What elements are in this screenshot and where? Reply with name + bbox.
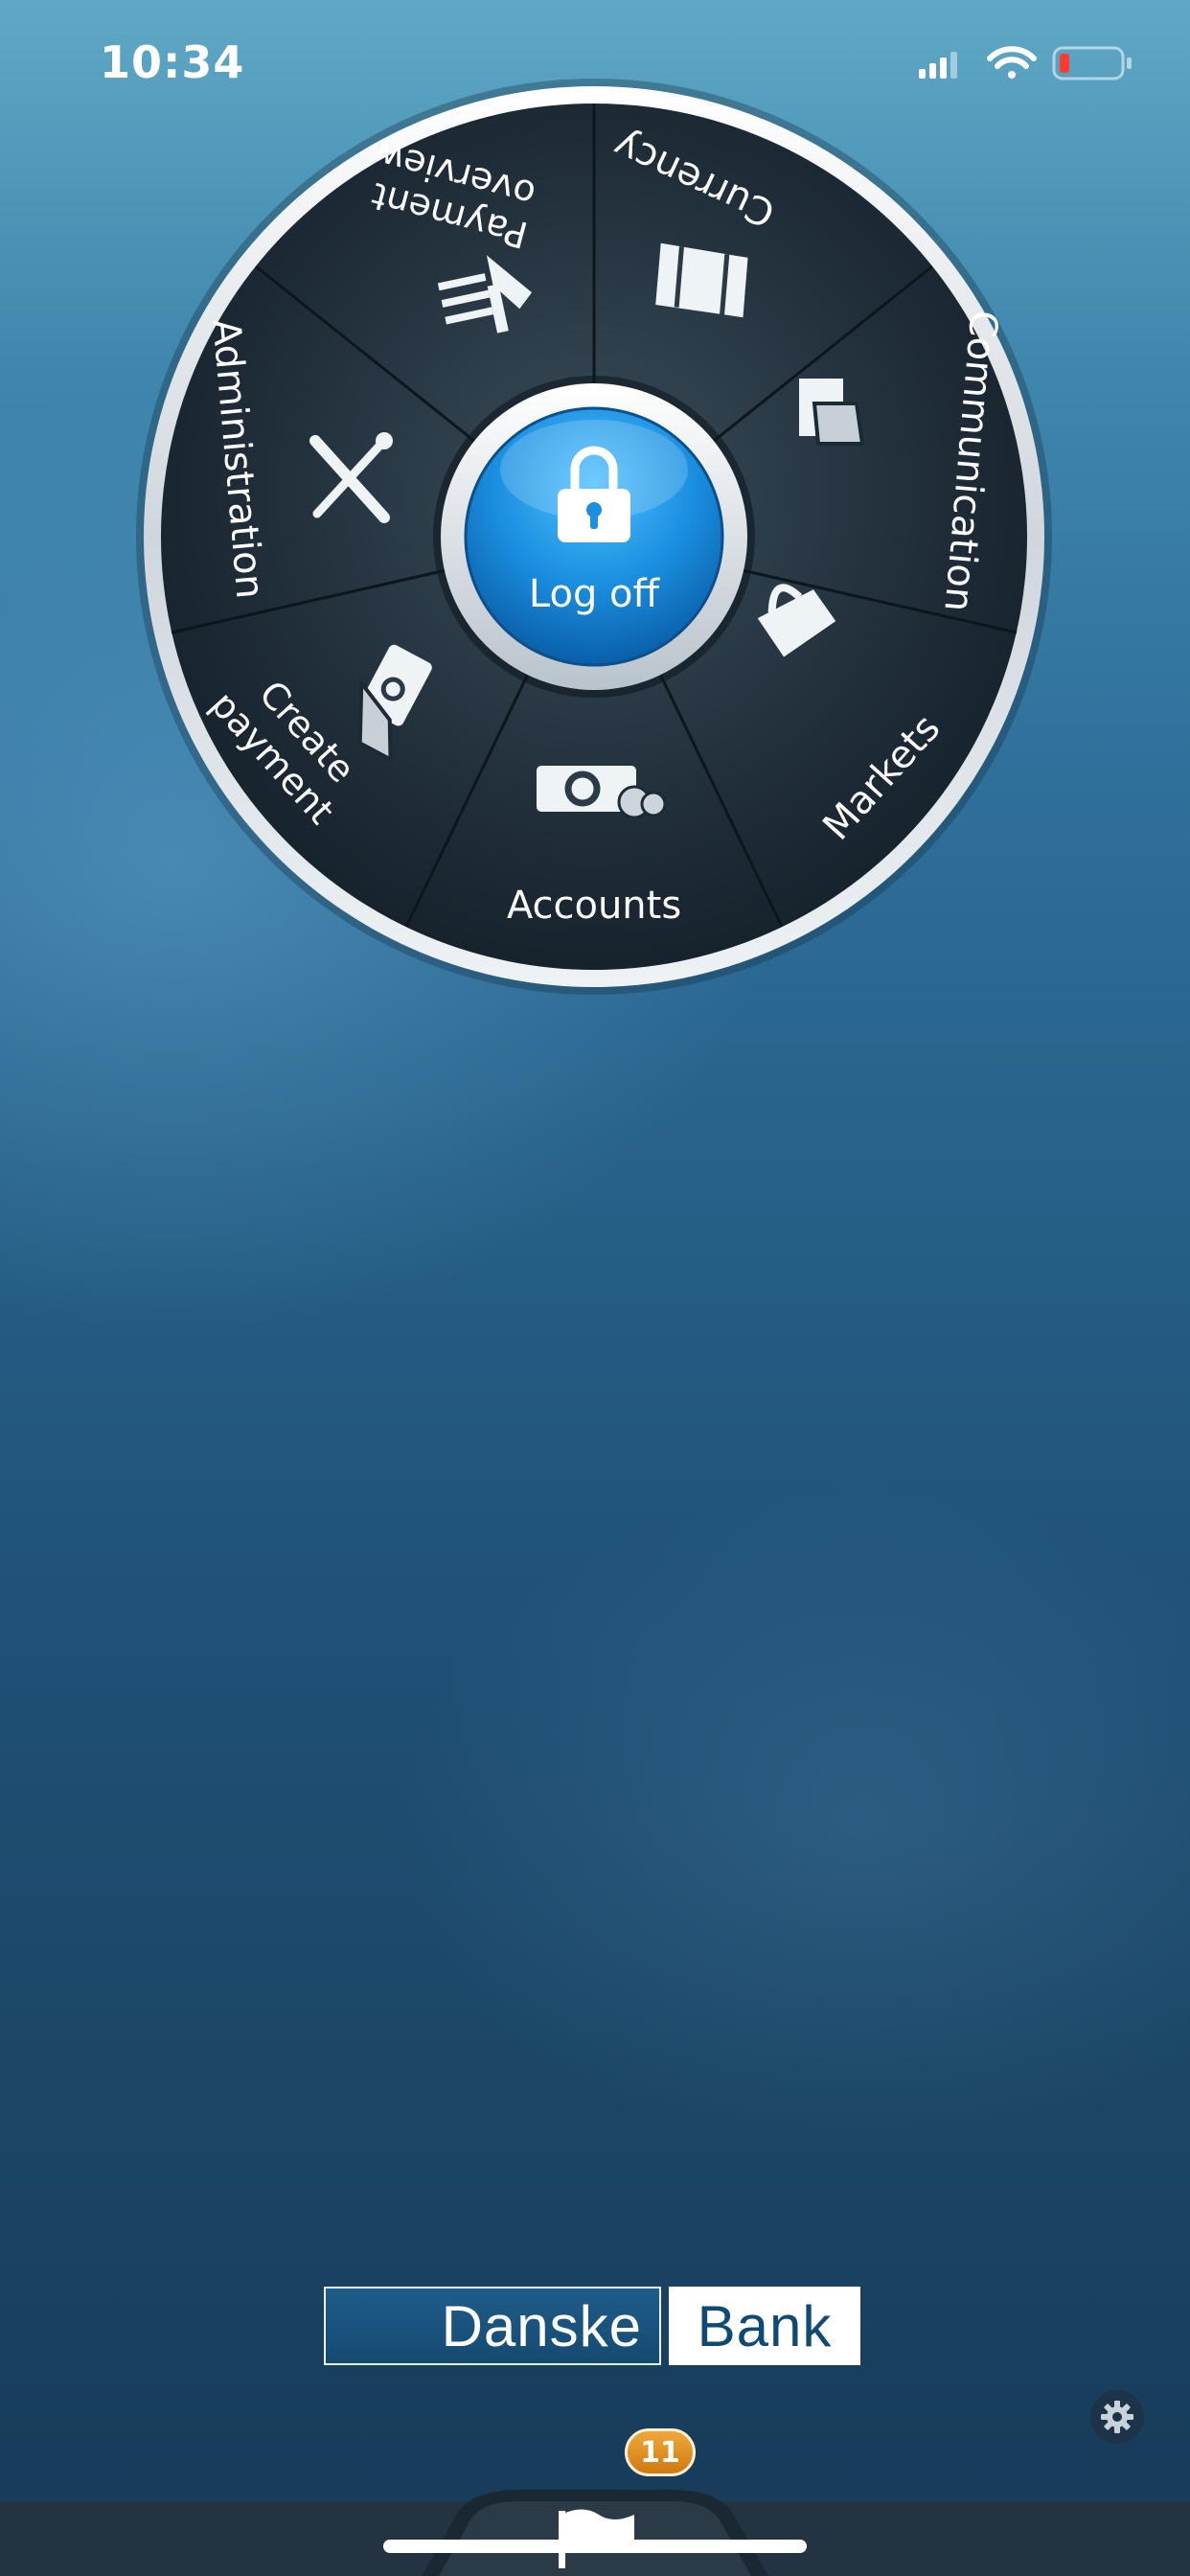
settings-button[interactable]: [1090, 2390, 1144, 2444]
sector-label-accounts: Accounts: [507, 884, 681, 928]
wifi-icon: [987, 46, 1037, 79]
danske-bank-logo: Danske Bank: [324, 2287, 866, 2369]
cellular-signal-icon: [919, 52, 957, 79]
log-off-label: Log off: [529, 572, 661, 616]
home-indicator[interactable]: [383, 2540, 807, 2553]
notifications-button[interactable]: [422, 2451, 768, 2576]
gear-icon: [1101, 2401, 1133, 2433]
logo-bank-text: Bank: [669, 2287, 860, 2365]
radial-menu: Currency Communication Markets Accounts: [136, 79, 1052, 995]
logo-danske-text: Danske: [324, 2287, 661, 2365]
notification-badge: 11: [625, 2428, 696, 2476]
battery-low-icon: [1052, 46, 1132, 80]
log-off-button[interactable]: Log off: [464, 406, 724, 667]
